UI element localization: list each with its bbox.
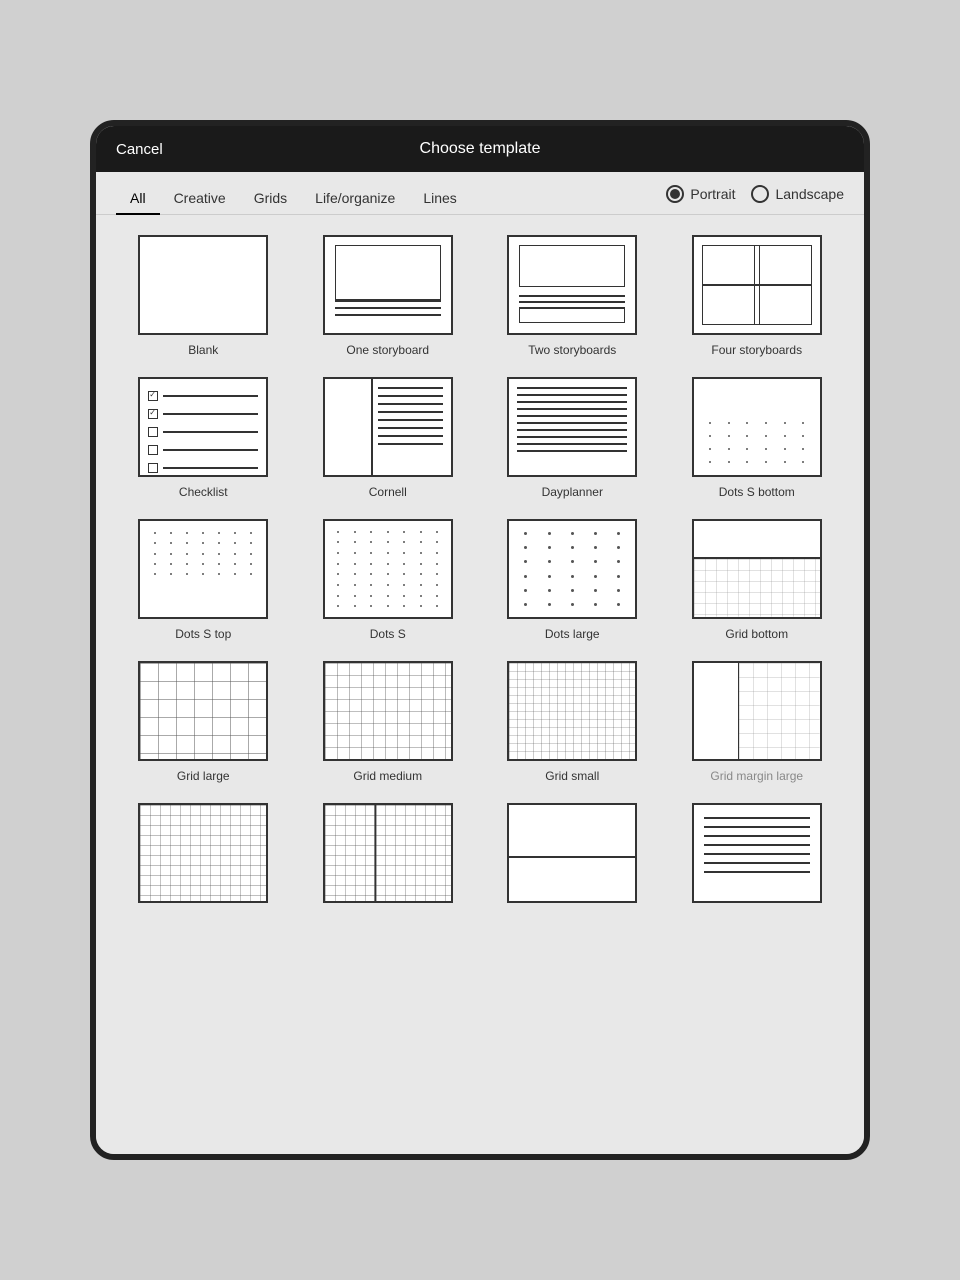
template-grid: Blank One storyboard (116, 235, 844, 911)
template-item-dots-s-top[interactable]: Dots S top (116, 519, 291, 641)
template-label-one-storyboard: One storyboard (346, 343, 429, 357)
template-item-two-storyboards[interactable]: Two storyboards (485, 235, 660, 357)
cancel-button[interactable]: Cancel (116, 141, 163, 158)
template-item-partial2[interactable] (301, 803, 476, 911)
template-label-grid-large: Grid large (177, 769, 230, 783)
portrait-radio[interactable] (666, 185, 684, 203)
template-item-grid-bottom[interactable]: Grid bottom (670, 519, 845, 641)
orientation-options: Portrait Landscape (666, 185, 844, 211)
template-item-grid-small[interactable]: Grid small (485, 661, 660, 783)
template-label-two-storyboards: Two storyboards (528, 343, 616, 357)
template-item-blank[interactable]: Blank (116, 235, 291, 357)
device-frame: Cancel Choose template All Creative Grid… (90, 120, 870, 1160)
portrait-label: Portrait (690, 186, 735, 202)
template-item-dayplanner[interactable]: Dayplanner (485, 377, 660, 499)
template-thumb-grid-small (507, 661, 637, 761)
template-label-grid-margin-large: Grid margin large (710, 769, 803, 783)
template-thumb-dayplanner (507, 377, 637, 477)
header-bar: Cancel Choose template (96, 126, 864, 172)
template-thumb-checklist (138, 377, 268, 477)
template-item-one-storyboard[interactable]: One storyboard (301, 235, 476, 357)
landscape-option[interactable]: Landscape (751, 185, 844, 203)
landscape-radio[interactable] (751, 185, 769, 203)
template-item-partial3[interactable] (485, 803, 660, 911)
template-label-checklist: Checklist (179, 485, 228, 499)
template-label-dots-s: Dots S (370, 627, 406, 641)
tabs-row: All Creative Grids Life/organize Lines P… (96, 172, 864, 215)
template-label-grid-medium: Grid medium (353, 769, 422, 783)
template-thumb-grid-medium (323, 661, 453, 761)
template-item-partial4[interactable] (670, 803, 845, 911)
template-item-four-storyboards[interactable]: Four storyboards (670, 235, 845, 357)
tab-life-organize[interactable]: Life/organize (301, 182, 409, 214)
template-label-dayplanner: Dayplanner (542, 485, 603, 499)
template-label-blank: Blank (188, 343, 218, 357)
template-thumb-one-storyboard (323, 235, 453, 335)
portrait-option[interactable]: Portrait (666, 185, 735, 203)
template-thumb-partial3 (507, 803, 637, 903)
tab-grids[interactable]: Grids (240, 182, 301, 214)
template-item-dots-s-bottom[interactable]: Dots S bottom (670, 377, 845, 499)
template-item-dots-s[interactable]: Dots S (301, 519, 476, 641)
template-thumb-dots-s-bottom (692, 377, 822, 477)
template-thumb-cornell (323, 377, 453, 477)
template-thumb-partial2 (323, 803, 453, 903)
template-label-dots-s-top: Dots S top (175, 627, 231, 641)
template-thumb-four-storyboards (692, 235, 822, 335)
template-thumb-partial1 (138, 803, 268, 903)
landscape-label: Landscape (775, 186, 844, 202)
template-item-grid-large[interactable]: Grid large (116, 661, 291, 783)
template-thumb-partial4 (692, 803, 822, 903)
template-label-cornell: Cornell (369, 485, 407, 499)
tab-creative[interactable]: Creative (160, 182, 240, 214)
template-thumb-dots-s (323, 519, 453, 619)
page-title: Choose template (420, 140, 541, 158)
template-label-grid-small: Grid small (545, 769, 599, 783)
template-thumb-blank (138, 235, 268, 335)
template-item-grid-medium[interactable]: Grid medium (301, 661, 476, 783)
template-thumb-grid-margin-large (692, 661, 822, 761)
template-thumb-two-storyboards (507, 235, 637, 335)
template-thumb-dots-s-top (138, 519, 268, 619)
tab-all[interactable]: All (116, 182, 160, 214)
template-label-grid-bottom: Grid bottom (725, 627, 788, 641)
template-label-dots-s-bottom: Dots S bottom (719, 485, 795, 499)
template-item-grid-margin-large[interactable]: Grid margin large (670, 661, 845, 783)
tab-lines[interactable]: Lines (409, 182, 470, 214)
template-label-dots-large: Dots large (545, 627, 600, 641)
template-item-partial1[interactable] (116, 803, 291, 911)
template-item-checklist[interactable]: Checklist (116, 377, 291, 499)
template-label-four-storyboards: Four storyboards (711, 343, 802, 357)
template-thumb-dots-large (507, 519, 637, 619)
template-thumb-grid-bottom (692, 519, 822, 619)
template-thumb-grid-large (138, 661, 268, 761)
template-item-dots-large[interactable]: Dots large (485, 519, 660, 641)
template-grid-container[interactable]: Blank One storyboard (96, 215, 864, 1154)
template-item-cornell[interactable]: Cornell (301, 377, 476, 499)
tabs-left: All Creative Grids Life/organize Lines (116, 182, 666, 214)
